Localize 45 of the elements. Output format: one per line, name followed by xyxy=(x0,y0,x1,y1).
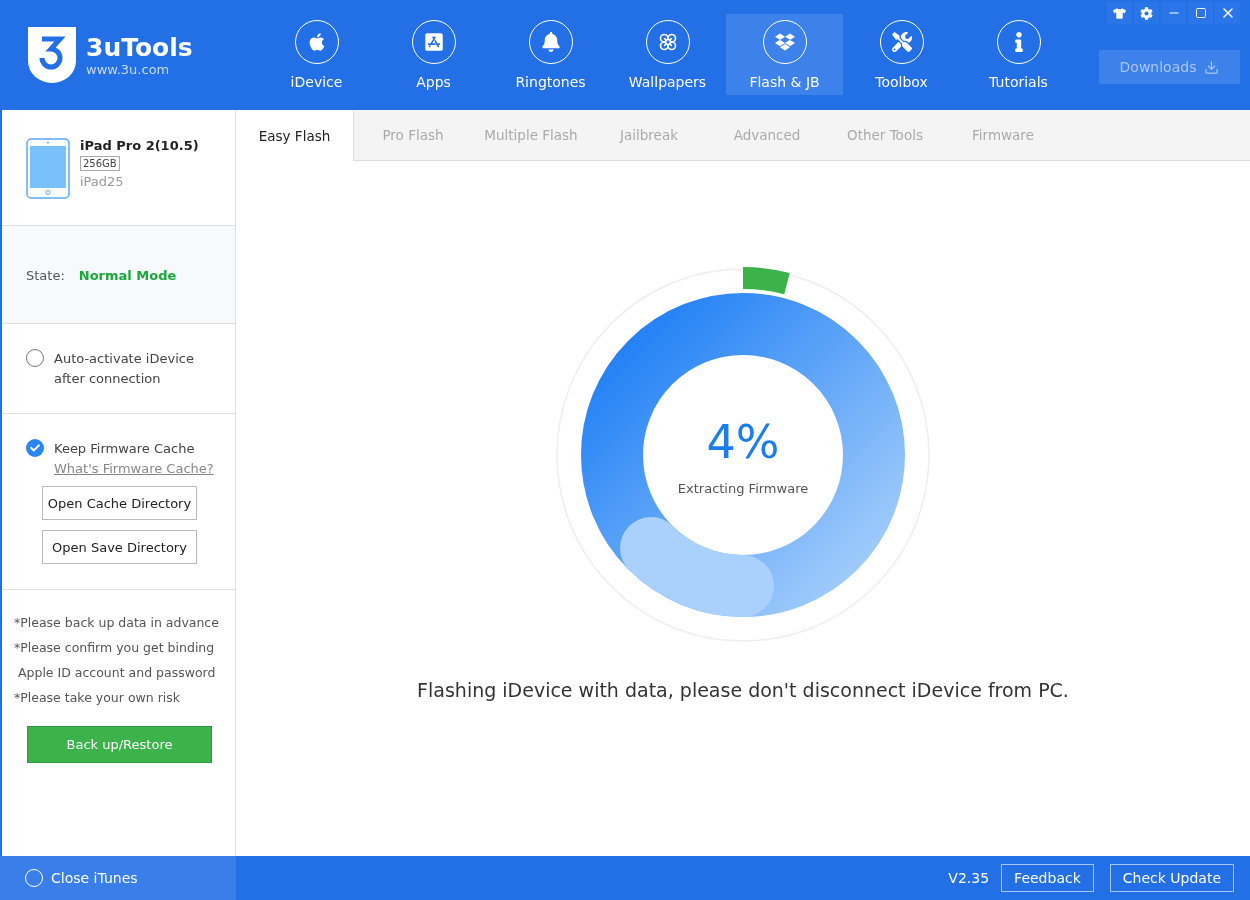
nav-tab[interactable]: Flash & JB xyxy=(726,14,843,95)
nav-tab[interactable]: Wallpapers xyxy=(609,14,726,95)
nav-tab[interactable]: Toolbox xyxy=(843,14,960,95)
settings-icon xyxy=(1140,6,1153,20)
maximize-icon xyxy=(1194,7,1207,19)
nav-tab[interactable]: Tutorials xyxy=(960,14,1077,95)
minimize-button[interactable] xyxy=(1161,2,1186,24)
settings-button[interactable] xyxy=(1134,2,1159,24)
state-label: State: xyxy=(26,268,65,283)
tab[interactable]: Easy Flash xyxy=(236,110,354,161)
nav-tab[interactable]: iDevice xyxy=(258,14,375,95)
close-button[interactable] xyxy=(1215,2,1240,24)
status-bar-button[interactable]: Feedback xyxy=(1001,864,1094,892)
warning-note: *Please back up data in advance xyxy=(14,614,220,632)
directory-button[interactable]: Open Cache Directory xyxy=(42,486,197,520)
checkbox[interactable] xyxy=(26,439,44,457)
device-name: iPad Pro 2(10.5) xyxy=(80,138,199,153)
check-icon xyxy=(30,443,40,453)
status-bar-button[interactable]: Check Update xyxy=(1109,864,1234,892)
nav-tab[interactable]: Ringtones xyxy=(492,14,609,95)
backup-restore-button[interactable]: Back up/Restore xyxy=(27,726,212,763)
logo-icon xyxy=(28,27,76,83)
nav-tab[interactable]: Apps xyxy=(375,14,492,95)
maximize-button[interactable] xyxy=(1188,2,1213,24)
progress-percent: 4% xyxy=(706,414,780,469)
option-label: Keep Firmware Cache xyxy=(54,440,196,458)
device-model: iPad25 xyxy=(80,174,125,189)
close-itunes-toggle[interactable]: Close iTunes xyxy=(0,856,236,900)
option-label: Auto-activate iDevice after connection xyxy=(54,350,195,388)
warning-note: Apple ID account and password xyxy=(16,664,217,682)
flash-message: Flashing iDevice with data, please don't disconnect iDevice from PC. xyxy=(417,679,1069,701)
app-url: www.3u.com xyxy=(86,61,171,77)
app-name: 3uTools xyxy=(86,33,193,62)
warning-note: *Please confirm you get binding xyxy=(14,639,216,657)
version-label: V2.35 xyxy=(948,870,990,886)
download-icon xyxy=(1204,59,1220,75)
help-link[interactable]: What's Firmware Cache? xyxy=(54,461,214,476)
tablet-icon xyxy=(26,138,70,199)
directory-button[interactable]: Open Save Directory xyxy=(42,530,197,564)
storage-label: 256GB xyxy=(80,156,120,171)
progress-status: Extracting Firmware xyxy=(677,480,809,496)
shirt-icon xyxy=(1113,6,1126,20)
warning-note: *Please take your own risk xyxy=(14,689,181,707)
skin-button[interactable] xyxy=(1107,2,1132,24)
state-value: Normal Mode xyxy=(78,268,177,283)
